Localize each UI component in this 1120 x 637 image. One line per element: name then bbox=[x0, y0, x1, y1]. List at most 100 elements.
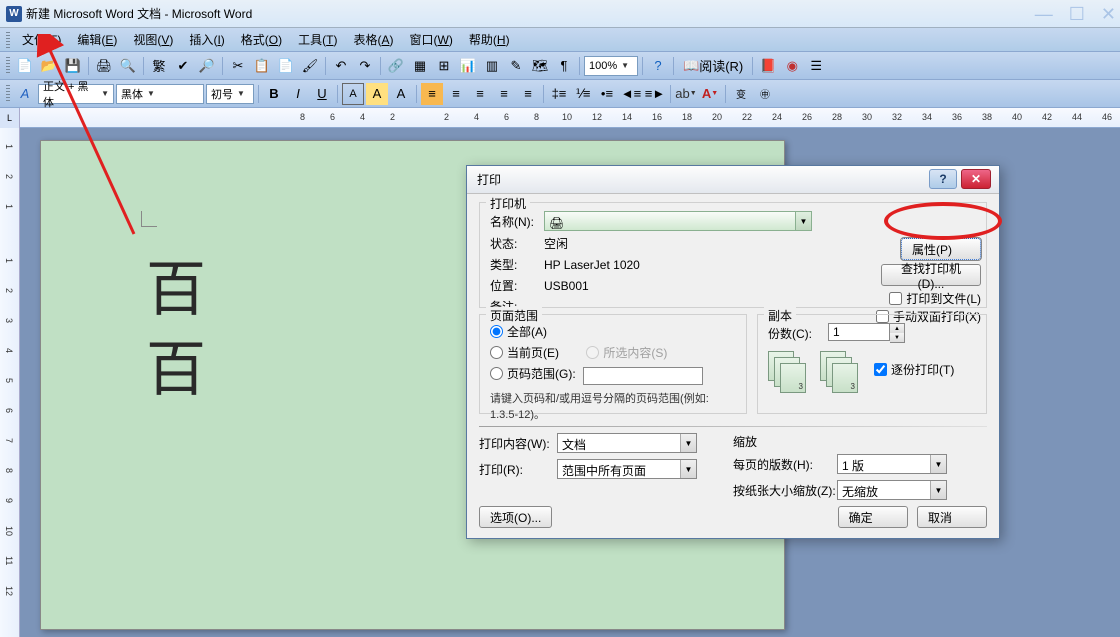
redo-button[interactable]: ↷ bbox=[354, 55, 376, 77]
font-color-button[interactable]: A▼ bbox=[699, 83, 721, 105]
close-icon[interactable]: ✕ bbox=[961, 169, 991, 189]
italic-button[interactable]: I bbox=[287, 83, 309, 105]
collate-checkbox[interactable]: 逐份打印(T) bbox=[874, 361, 954, 378]
tables-borders-button[interactable]: ▦ bbox=[409, 55, 431, 77]
styles-button[interactable]: A bbox=[14, 83, 36, 105]
save-button[interactable]: 💾 bbox=[62, 55, 84, 77]
menu-file[interactable]: 文件(F) bbox=[14, 28, 69, 51]
style-combo[interactable]: 正文 + 黑体▼ bbox=[38, 84, 114, 104]
horizontal-ruler[interactable]: 8 6 4 2 2 4 6 8 10 12 14 16 18 20 22 24 … bbox=[20, 108, 1120, 126]
page-range-legend: 页面范围 bbox=[486, 307, 542, 324]
char-border-button[interactable]: A bbox=[342, 83, 364, 105]
font-size-combo[interactable]: 初号▼ bbox=[206, 84, 254, 104]
copy-button[interactable]: 📋 bbox=[251, 55, 273, 77]
maximize-button[interactable]: ☐ bbox=[1069, 4, 1085, 25]
cut-button[interactable]: ✂ bbox=[227, 55, 249, 77]
menu-format[interactable]: 格式(O) bbox=[233, 28, 290, 51]
cancel-button[interactable]: 取消 bbox=[917, 506, 987, 528]
print-range-combo[interactable]: 范围中所有页面▼ bbox=[557, 459, 697, 479]
docmap-button[interactable]: 🗺 bbox=[529, 55, 551, 77]
print-button[interactable]: 🖨 bbox=[93, 55, 115, 77]
distribute-button[interactable]: ≡ bbox=[517, 83, 539, 105]
copies-input[interactable] bbox=[828, 323, 890, 341]
properties-button[interactable]: 属性(P) bbox=[901, 238, 981, 260]
phonetic-guide-button[interactable]: 变 bbox=[730, 83, 752, 105]
spin-up[interactable]: ▲ bbox=[890, 324, 904, 333]
copies-spinner[interactable]: ▲▼ bbox=[828, 323, 905, 343]
minimize-button[interactable]: — bbox=[1035, 4, 1053, 25]
format-painter-button[interactable]: 🖌 bbox=[299, 55, 321, 77]
help-button[interactable]: ? bbox=[647, 55, 669, 77]
printer-name-combo[interactable]: 🖨 ▼ bbox=[544, 211, 812, 231]
all-radio[interactable]: 全部(A) bbox=[490, 323, 547, 340]
print-to-file-checkbox[interactable]: 打印到文件(L) bbox=[889, 290, 981, 307]
pages-input[interactable] bbox=[583, 367, 703, 385]
current-page-radio[interactable]: 当前页(E) bbox=[490, 344, 559, 361]
font-combo[interactable]: 黑体▼ bbox=[116, 84, 204, 104]
close-button[interactable]: ✕ bbox=[1101, 4, 1116, 25]
menu-view[interactable]: 视图(V) bbox=[125, 28, 181, 51]
trad-simp-button[interactable]: 繁 bbox=[148, 55, 170, 77]
zoom-combo[interactable]: 100%▼ bbox=[584, 56, 638, 76]
research-button[interactable]: 🔎 bbox=[196, 55, 218, 77]
word-icon: W bbox=[6, 6, 22, 22]
hyperlink-button[interactable]: 🔗 bbox=[385, 55, 407, 77]
pages-per-sheet-combo[interactable]: 1 版▼ bbox=[837, 454, 947, 474]
pages-radio[interactable]: 页码范围(G): bbox=[490, 365, 576, 382]
insert-table-button[interactable]: ⊞ bbox=[433, 55, 455, 77]
options-button[interactable]: 选项(O)... bbox=[479, 506, 552, 528]
numbering-button[interactable]: ⅟≡ bbox=[572, 83, 594, 105]
open-button[interactable]: 📂 bbox=[38, 55, 60, 77]
pages-hint-text: 请键入页码和/或用逗号分隔的页码范围(例如: 1.3.5-12)。 bbox=[490, 390, 736, 422]
read-mode-button[interactable]: 📖 阅读(R) bbox=[678, 55, 748, 77]
highlight-button[interactable]: ab▼ bbox=[675, 83, 697, 105]
columns-button[interactable]: ▥ bbox=[481, 55, 503, 77]
spellcheck-button[interactable]: ✔ bbox=[172, 55, 194, 77]
menu-window[interactable]: 窗口(W) bbox=[402, 28, 461, 51]
align-justify-button[interactable]: ≡ bbox=[493, 83, 515, 105]
menu-tools[interactable]: 工具(T) bbox=[290, 28, 345, 51]
find-printer-button[interactable]: 查找打印机(D)... bbox=[881, 264, 981, 286]
enclose-char-button[interactable]: ㊥ bbox=[754, 83, 776, 105]
new-doc-button[interactable]: 📄 bbox=[14, 55, 36, 77]
menu-insert[interactable]: 插入(I) bbox=[181, 28, 232, 51]
underline-button[interactable]: U bbox=[311, 83, 333, 105]
char-scale-button[interactable]: A bbox=[390, 83, 412, 105]
drawing-button[interactable]: ✎ bbox=[505, 55, 527, 77]
char-shading-button[interactable]: A bbox=[366, 83, 388, 105]
extra-button-2[interactable]: ◉ bbox=[781, 55, 803, 77]
location-label: 位置: bbox=[490, 277, 544, 294]
vertical-ruler[interactable]: 1 2 1 1 2 3 4 5 6 7 8 9 10 11 12 bbox=[0, 128, 20, 637]
paste-button[interactable]: 📄 bbox=[275, 55, 297, 77]
ok-button[interactable]: 确定 bbox=[838, 506, 908, 528]
toolbar-handle[interactable] bbox=[6, 57, 10, 75]
spin-down[interactable]: ▼ bbox=[890, 333, 904, 342]
scale-combo[interactable]: 无缩放▼ bbox=[837, 480, 947, 500]
excel-button[interactable]: 📊 bbox=[457, 55, 479, 77]
ruler-corner[interactable]: L bbox=[0, 108, 20, 128]
menu-help[interactable]: 帮助(H) bbox=[461, 28, 518, 51]
menu-table[interactable]: 表格(A) bbox=[346, 28, 402, 51]
show-marks-button[interactable]: ¶ bbox=[553, 55, 575, 77]
line-spacing-button[interactable]: ‡≡ bbox=[548, 83, 570, 105]
doc-text-line[interactable]: 百 bbox=[146, 321, 206, 408]
titlebar: W 新建 Microsoft Word 文档 - Microsoft Word … bbox=[0, 0, 1120, 28]
bullets-button[interactable]: •≡ bbox=[596, 83, 618, 105]
menu-edit[interactable]: 编辑(E) bbox=[69, 28, 125, 51]
doc-text-line[interactable]: 百 bbox=[146, 241, 206, 328]
align-right-button[interactable]: ≡ bbox=[469, 83, 491, 105]
toolbar-handle[interactable] bbox=[6, 85, 10, 103]
extra-button-3[interactable]: ☰ bbox=[805, 55, 827, 77]
increase-indent-button[interactable]: ≡► bbox=[644, 83, 666, 105]
help-icon[interactable]: ? bbox=[929, 169, 957, 189]
extra-button-1[interactable]: 📕 bbox=[757, 55, 779, 77]
print-preview-button[interactable]: 🔍 bbox=[117, 55, 139, 77]
decrease-indent-button[interactable]: ◄≡ bbox=[620, 83, 642, 105]
print-what-combo[interactable]: 文档▼ bbox=[557, 433, 697, 453]
bold-button[interactable]: B bbox=[263, 83, 285, 105]
undo-button[interactable]: ↶ bbox=[330, 55, 352, 77]
dialog-titlebar[interactable]: 打印 ? ✕ bbox=[467, 166, 999, 194]
align-center-button[interactable]: ≡ bbox=[445, 83, 467, 105]
align-left-button[interactable]: ≡ bbox=[421, 83, 443, 105]
toolbar-handle[interactable] bbox=[6, 32, 10, 48]
